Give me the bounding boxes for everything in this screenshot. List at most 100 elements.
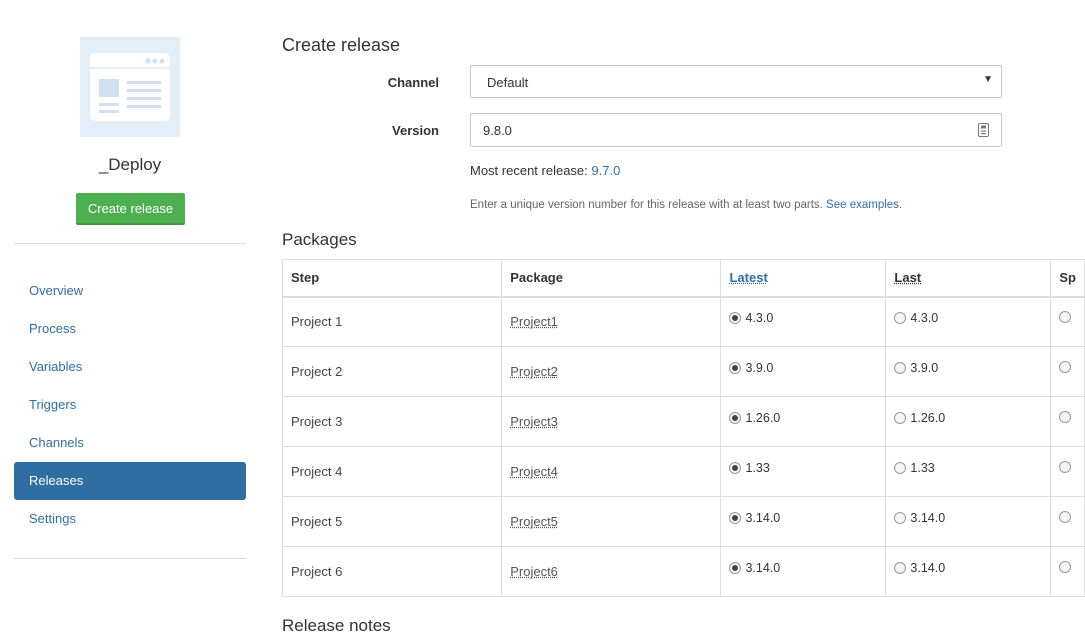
table-header-row: Step Package Latest Last Sp bbox=[281, 259, 1085, 298]
table-row: Project 4 Project4 1.33 1.33 bbox=[281, 446, 1085, 497]
most-recent-release: Most recent release: 9.7.0 bbox=[470, 163, 620, 178]
last-radio[interactable] bbox=[894, 411, 907, 424]
specific-cell bbox=[1050, 446, 1085, 497]
page-title: Create release bbox=[282, 35, 401, 55]
version-hint-text: Enter a unique version number for this r… bbox=[470, 199, 827, 211]
project-name: _Deploy bbox=[98, 155, 162, 174]
caret-down-icon: ▼ bbox=[983, 74, 993, 85]
last-version: 3.9.0 bbox=[910, 360, 939, 375]
latest-radio[interactable] bbox=[729, 561, 742, 574]
header-latest[interactable]: Latest bbox=[720, 259, 887, 298]
sidebar-nav: Overview Process Variables Triggers Chan… bbox=[14, 272, 246, 538]
latest-cell: 4.3.0 bbox=[720, 296, 887, 347]
version-input[interactable] bbox=[472, 115, 952, 145]
most-recent-release-link[interactable]: 9.7.0 bbox=[591, 163, 620, 178]
package-cell: Project1 bbox=[501, 296, 722, 347]
latest-radio[interactable] bbox=[729, 411, 742, 424]
step-cell: Project 6 bbox=[281, 546, 503, 597]
last-version: 4.3.0 bbox=[910, 310, 939, 325]
latest-radio[interactable] bbox=[729, 361, 742, 374]
package-link[interactable]: Project4 bbox=[510, 464, 558, 479]
header-package: Package bbox=[501, 259, 722, 298]
see-examples-link[interactable]: See examples. bbox=[826, 199, 902, 211]
step-cell: Project 2 bbox=[281, 346, 503, 397]
project-logo-icon bbox=[90, 53, 170, 121]
specific-radio[interactable] bbox=[1059, 311, 1072, 324]
latest-radio[interactable] bbox=[729, 461, 742, 474]
step-cell: Project 5 bbox=[281, 496, 503, 547]
sidebar-item-channels[interactable]: Channels bbox=[14, 424, 246, 462]
package-link[interactable]: Project1 bbox=[510, 314, 558, 329]
most-recent-release-label: Most recent release: bbox=[470, 163, 592, 178]
last-radio[interactable] bbox=[894, 461, 907, 474]
specific-radio[interactable] bbox=[1059, 511, 1072, 523]
specific-cell bbox=[1050, 496, 1085, 547]
sidebar-item-variables[interactable]: Variables bbox=[14, 348, 246, 386]
version-field bbox=[470, 113, 1002, 147]
last-version: 1.33 bbox=[910, 460, 935, 475]
latest-cell: 3.14.0 bbox=[720, 546, 887, 597]
latest-cell: 1.26.0 bbox=[720, 396, 887, 447]
project-logo bbox=[80, 37, 180, 137]
sidebar-divider-bottom bbox=[14, 558, 246, 559]
calculator-icon[interactable] bbox=[978, 123, 989, 142]
channel-select-value: Default bbox=[487, 75, 529, 90]
last-radio[interactable] bbox=[894, 361, 907, 374]
table-row: Project 3 Project3 1.26.0 1.26.0 bbox=[281, 396, 1085, 447]
last-version: 3.14.0 bbox=[910, 560, 946, 575]
latest-version: 3.14.0 bbox=[745, 560, 781, 575]
channel-select[interactable]: Default ▼ bbox=[470, 65, 1002, 98]
specific-radio[interactable] bbox=[1059, 561, 1072, 573]
specific-cell bbox=[1050, 346, 1085, 397]
packages-table: Step Package Latest Last Sp Project 1 Pr… bbox=[281, 259, 1085, 597]
last-version: 1.26.0 bbox=[910, 410, 946, 425]
package-link[interactable]: Project2 bbox=[510, 364, 558, 379]
package-cell: Project5 bbox=[501, 496, 722, 547]
sidebar-item-process[interactable]: Process bbox=[14, 310, 246, 348]
sidebar-item-overview[interactable]: Overview bbox=[14, 272, 246, 310]
package-cell: Project2 bbox=[501, 346, 722, 397]
specific-radio[interactable] bbox=[1059, 361, 1072, 373]
last-radio[interactable] bbox=[894, 511, 907, 524]
sidebar-divider-top bbox=[14, 243, 246, 244]
table-row: Project 2 Project2 3.9.0 3.9.0 bbox=[281, 346, 1085, 397]
specific-cell bbox=[1050, 546, 1085, 597]
packages-title: Packages bbox=[282, 230, 357, 249]
package-link[interactable]: Project6 bbox=[510, 564, 558, 579]
sidebar-item-settings[interactable]: Settings bbox=[14, 500, 246, 538]
sidebar-item-releases[interactable]: Releases bbox=[14, 462, 246, 500]
latest-cell: 3.9.0 bbox=[720, 346, 887, 397]
table-row: Project 6 Project6 3.14.0 3.14.0 bbox=[281, 546, 1085, 597]
package-link[interactable]: Project5 bbox=[510, 514, 558, 529]
specific-radio[interactable] bbox=[1059, 461, 1072, 473]
table-row: Project 5 Project5 3.14.0 3.14.0 bbox=[281, 496, 1085, 547]
latest-version: 1.26.0 bbox=[745, 410, 781, 425]
last-cell: 1.26.0 bbox=[885, 396, 1052, 447]
sidebar-item-triggers[interactable]: Triggers bbox=[14, 386, 246, 424]
last-cell: 4.3.0 bbox=[885, 296, 1052, 347]
header-last[interactable]: Last bbox=[885, 259, 1052, 298]
header-last-label: Last bbox=[894, 270, 922, 286]
last-radio[interactable] bbox=[894, 311, 907, 324]
latest-radio[interactable] bbox=[729, 511, 742, 524]
header-step: Step bbox=[281, 259, 503, 298]
last-radio[interactable] bbox=[894, 561, 907, 574]
package-link[interactable]: Project3 bbox=[510, 414, 558, 429]
specific-cell bbox=[1050, 396, 1085, 447]
last-cell: 3.9.0 bbox=[885, 346, 1052, 397]
header-latest-label: Latest bbox=[729, 270, 768, 286]
create-release-button[interactable]: Create release bbox=[76, 193, 185, 225]
last-cell: 1.33 bbox=[885, 446, 1052, 497]
version-hint: Enter a unique version number for this r… bbox=[470, 199, 902, 211]
latest-cell: 1.33 bbox=[720, 446, 887, 497]
latest-version: 3.14.0 bbox=[745, 510, 781, 525]
specific-radio[interactable] bbox=[1059, 411, 1072, 423]
header-specific: Sp bbox=[1050, 259, 1085, 298]
package-cell: Project3 bbox=[501, 396, 722, 447]
last-version: 3.14.0 bbox=[910, 510, 946, 525]
channel-label: Channel bbox=[387, 75, 439, 90]
latest-version: 4.3.0 bbox=[745, 310, 774, 325]
package-cell: Project4 bbox=[501, 446, 722, 497]
latest-version: 3.9.0 bbox=[745, 360, 774, 375]
latest-radio[interactable] bbox=[729, 311, 742, 324]
